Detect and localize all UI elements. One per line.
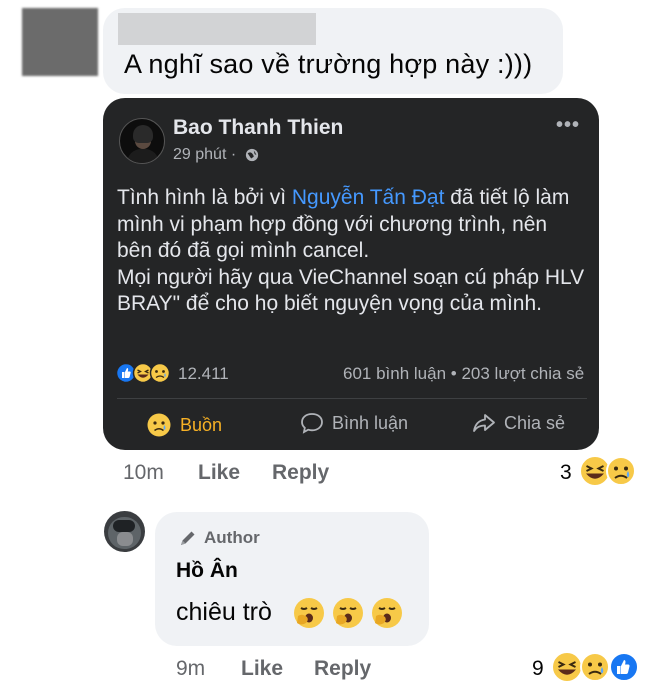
avatar-blurred[interactable] — [22, 8, 98, 76]
post-body-part1: Tình hình là bởi vì — [117, 186, 292, 209]
comment-icon — [301, 413, 323, 434]
yawn-emoji-icon — [333, 598, 363, 628]
globe-icon — [245, 148, 259, 162]
share-button[interactable]: Chia sẻ — [472, 412, 565, 434]
yawn-emoji-icon — [294, 598, 324, 628]
reply-time[interactable]: 9m — [176, 657, 205, 681]
sad-reaction-icon — [606, 456, 636, 486]
share-label: Chia sẻ — [504, 412, 566, 433]
comment-text: A nghĩ sao về trường hợp này :))) — [124, 49, 533, 79]
reply-button[interactable]: Reply — [272, 461, 329, 485]
comment-button[interactable]: Bình luận — [300, 412, 408, 434]
sad-reaction-icon — [149, 362, 171, 384]
like-button[interactable]: Like — [198, 461, 240, 485]
yawn-emoji-icon — [372, 598, 402, 628]
commenter-name-blurred[interactable] — [118, 13, 316, 45]
shares-count[interactable]: 203 lượt chia sẻ — [461, 364, 584, 383]
post-body-part3: Mọi người hãy qua VieChannel soạn cú phá… — [117, 265, 585, 316]
haha-reaction-icon — [579, 455, 611, 487]
comments-count[interactable]: 601 bình luận — [343, 364, 446, 383]
haha-reaction-icon — [551, 651, 583, 683]
pen-icon — [181, 531, 195, 545]
post-author-name[interactable]: Bao Thanh Thien — [173, 116, 343, 140]
author-badge: Author — [178, 528, 260, 548]
comment-label: Bình luận — [332, 412, 409, 433]
reply-emojis — [294, 598, 402, 628]
reply-text-label: chiêu trò — [176, 598, 272, 626]
sad-label: Buồn — [180, 414, 223, 435]
reply-reactions[interactable] — [550, 650, 642, 684]
comment-reaction-count[interactable]: 3 — [560, 461, 572, 485]
comment-time[interactable]: 10m — [123, 461, 164, 485]
post-author-avatar[interactable] — [119, 118, 165, 164]
author-badge-label: Author — [204, 528, 260, 547]
sad-reaction-icon — [580, 652, 610, 682]
reply-like-button[interactable]: Like — [241, 657, 283, 681]
like-reaction-icon — [609, 652, 639, 682]
sad-reaction-button[interactable]: Buồn — [146, 412, 222, 438]
reply-reply-button[interactable]: Reply — [314, 657, 371, 681]
post-time-label: 29 phút — [173, 146, 227, 163]
reaction-count[interactable]: 12.411 — [178, 364, 229, 384]
post-body: Tình hình là bởi vì Nguyễn Tấn Đạt đã ti… — [117, 185, 587, 318]
reply-author-name[interactable]: Hồ Ân — [176, 559, 238, 583]
sad-face-icon — [147, 413, 171, 437]
reaction-icons[interactable] — [116, 362, 174, 384]
share-icon — [473, 414, 495, 432]
post-time[interactable]: 29 phút · — [173, 146, 236, 164]
reply-text: chiêu trò — [176, 598, 272, 627]
more-options-button[interactable]: ••• — [556, 114, 580, 137]
reply-avatar[interactable] — [104, 511, 145, 552]
mention-link[interactable]: Nguyễn Tấn Đạt — [292, 186, 445, 209]
like-reaction-icon — [116, 362, 137, 384]
divider — [117, 398, 587, 399]
reply-reaction-count[interactable]: 9 — [532, 657, 544, 681]
post-stats: 601 bình luận • 203 lượt chia sẻ — [343, 364, 584, 384]
haha-reaction-icon — [132, 362, 154, 384]
comment-reactions[interactable] — [578, 454, 642, 488]
post-time-separator: · — [230, 146, 237, 163]
stats-separator: • — [450, 364, 457, 383]
